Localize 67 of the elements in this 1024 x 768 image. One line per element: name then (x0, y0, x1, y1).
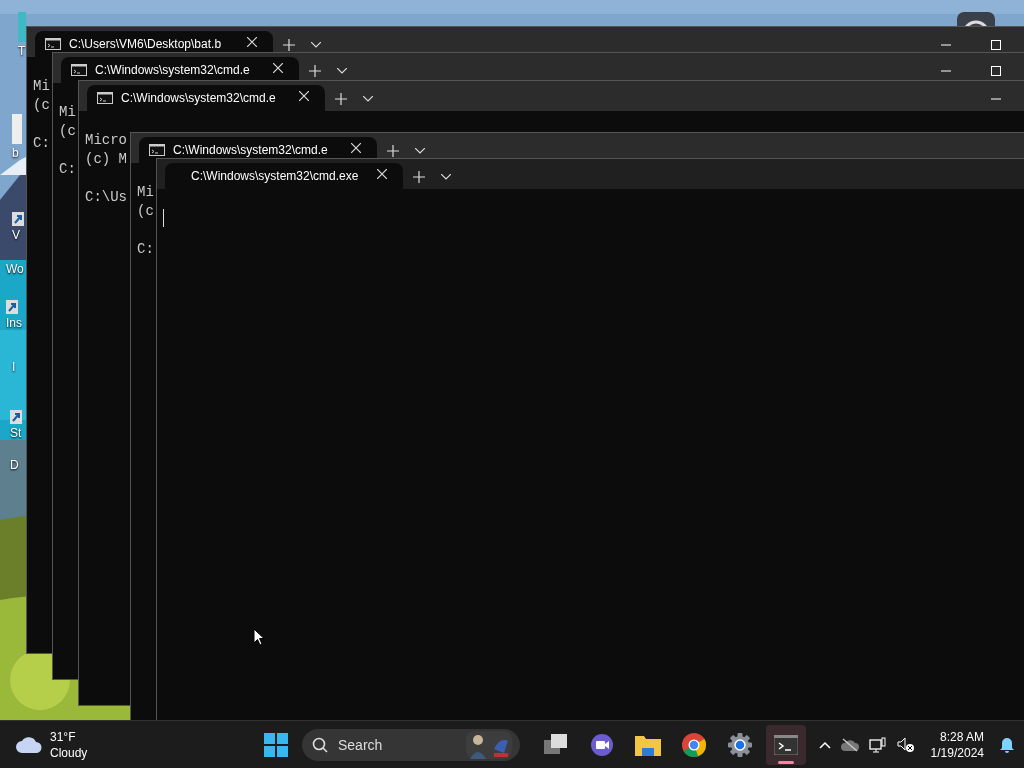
bell-icon[interactable] (1000, 736, 1014, 753)
minimize-icon (991, 97, 1001, 100)
windows-logo-icon (264, 732, 288, 757)
terminal-text: C: (59, 160, 76, 179)
terminal-icon (97, 92, 113, 104)
terminal-tab[interactable]: C:\Windows\system32\cmd.e (87, 85, 325, 111)
terminal-text: Mi (33, 77, 50, 96)
chevron-down-icon (415, 147, 425, 154)
maximize-icon (991, 65, 1001, 76)
terminal-text: Micro (85, 131, 127, 150)
chevron-down-icon (441, 173, 451, 180)
minimize-icon (941, 69, 951, 72)
terminal-text: Mi (59, 103, 76, 122)
volume-muted-icon[interactable] (896, 736, 915, 753)
chevron-up-icon[interactable] (818, 740, 831, 749)
tab-title: C:\Windows\system32\cmd.exe (191, 169, 360, 183)
chevron-down-icon (337, 67, 347, 74)
close-icon (351, 143, 361, 153)
terminal-text: (c (137, 202, 154, 221)
pointer-icon (253, 628, 265, 646)
plus-icon (335, 92, 347, 105)
cloud-icon (16, 736, 42, 753)
terminal-text: C: (137, 240, 154, 259)
minimize-icon (941, 43, 951, 46)
gear-icon (728, 732, 752, 757)
terminal-icon (774, 734, 798, 755)
plus-icon (309, 64, 321, 77)
tab-title: C:\Windows\system32\cmd.e (173, 143, 329, 157)
search-bar[interactable]: Search (302, 728, 520, 761)
date-text: 1/19/2024 (930, 744, 984, 761)
terminal-text: (c (59, 122, 76, 141)
terminal-text: C:\Us (85, 188, 127, 207)
windows-icon (544, 733, 568, 756)
plus-icon (413, 170, 425, 183)
temperature-text: 31°F (50, 728, 77, 745)
terminal-text: (c) M (85, 150, 127, 169)
close-icon (299, 91, 309, 101)
maximize-icon (991, 39, 1001, 50)
chevron-down-icon (311, 41, 321, 48)
plus-icon (283, 38, 295, 51)
close-icon (377, 169, 387, 179)
time-text: 8:28 AM (939, 728, 984, 745)
taskbar-app[interactable] (766, 724, 806, 765)
search-field[interactable]: Search (336, 735, 450, 754)
terminal-text: Mi (137, 183, 154, 202)
cloud-off-icon[interactable] (840, 737, 859, 752)
terminal-icon (149, 144, 165, 156)
clock[interactable]: 8:28 AM 1/19/2024 (930, 728, 984, 761)
search-icon (312, 736, 328, 753)
browser-icon (682, 732, 706, 757)
terminal-text: C: (33, 134, 50, 153)
weather-condition: Cloudy (50, 744, 88, 761)
network-icon[interactable] (868, 736, 887, 753)
terminal-text: (c (33, 96, 50, 115)
tab-title: C:\Users\VM6\Desktop\bat.b (69, 37, 223, 51)
folder-icon (635, 733, 661, 756)
plus-icon (387, 144, 399, 157)
terminal-icon (71, 64, 87, 76)
terminal-tab[interactable]: C:\Windows\system32\cmd.e (61, 57, 299, 83)
terminal-icon (45, 38, 61, 50)
tab-title: C:\Windows\system32\cmd.e (95, 63, 251, 77)
close-icon (273, 63, 283, 73)
chevron-down-icon (363, 95, 373, 102)
video-chat-icon (590, 732, 614, 757)
terminal-tab[interactable]: C:\Windows\system32\cmd.exe (165, 163, 403, 189)
tab-title: C:\Windows\system32\cmd.e (121, 91, 277, 105)
close-icon (247, 37, 257, 47)
